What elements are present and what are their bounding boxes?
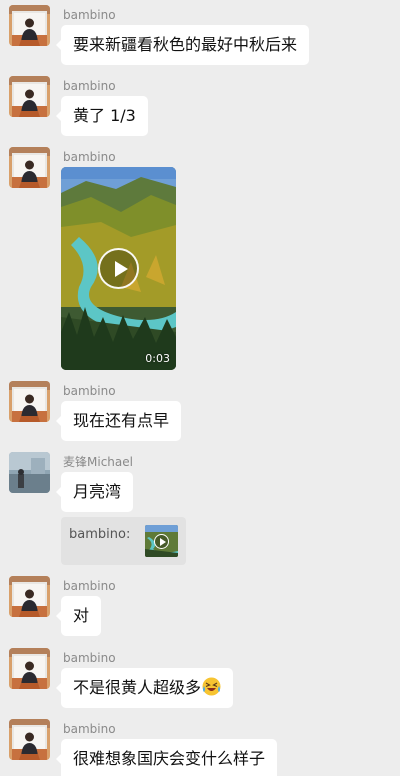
message-bubble[interactable]: 黄了 1/3 bbox=[56, 96, 148, 136]
avatar[interactable] bbox=[9, 381, 50, 422]
avatar[interactable] bbox=[9, 147, 50, 188]
avatar[interactable] bbox=[9, 76, 50, 117]
message-bubble[interactable]: 要来新疆看秋色的最好中秋后来 bbox=[55, 25, 310, 65]
play-icon bbox=[154, 534, 169, 549]
sender-name: bambino bbox=[63, 79, 116, 93]
sender-name: bambino bbox=[63, 651, 116, 665]
avatar[interactable] bbox=[9, 452, 50, 493]
message-bubble[interactable]: 对 bbox=[55, 596, 102, 636]
message-text: 不是很黄人超级多 bbox=[73, 678, 202, 697]
message-bubble[interactable]: 不是很黄人超级多 bbox=[55, 668, 234, 708]
sender-name: bambino bbox=[63, 722, 116, 736]
play-icon[interactable] bbox=[98, 248, 139, 289]
sender-name: bambino bbox=[63, 150, 116, 164]
sender-name: bambino bbox=[63, 579, 116, 593]
message-bubble[interactable]: 很难想象国庆会变什么样子 bbox=[55, 739, 278, 776]
sender-name: bambino bbox=[63, 384, 116, 398]
quote-sender: bambino: bbox=[69, 527, 131, 542]
message-bubble[interactable]: 月亮湾 bbox=[55, 472, 134, 512]
avatar[interactable] bbox=[9, 719, 50, 760]
quoted-message[interactable]: bambino: bbox=[61, 517, 186, 565]
quote-video-thumbnail bbox=[145, 525, 178, 557]
avatar[interactable] bbox=[9, 5, 50, 46]
message-bubble[interactable]: 现在还有点早 bbox=[55, 401, 182, 441]
avatar[interactable] bbox=[9, 648, 50, 689]
laughing-crying-emoji-icon bbox=[202, 677, 221, 696]
video-message[interactable]: 0:03 bbox=[61, 167, 176, 370]
sender-name: 麦锋Michael bbox=[63, 455, 133, 469]
avatar[interactable] bbox=[9, 576, 50, 617]
sender-name: bambino bbox=[63, 8, 116, 22]
video-duration: 0:03 bbox=[145, 352, 170, 365]
